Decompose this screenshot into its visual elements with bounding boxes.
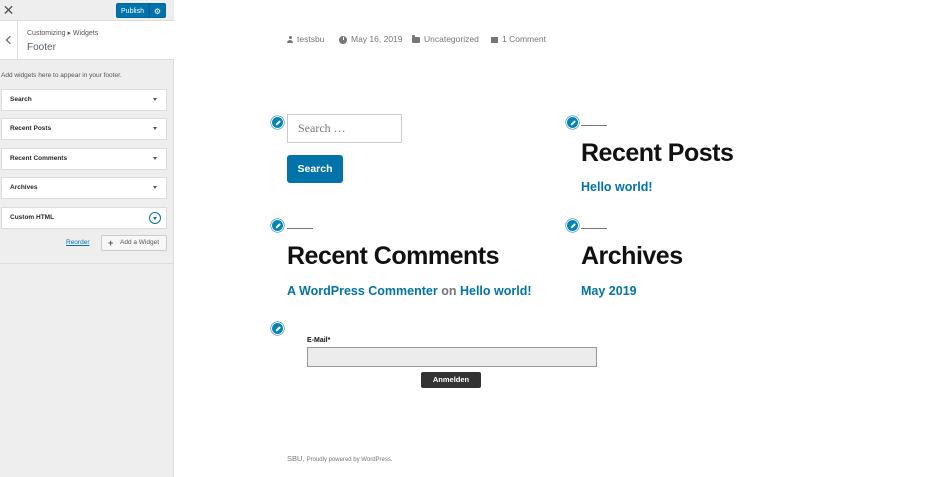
widget-archives[interactable]: Archives xyxy=(1,177,167,199)
widget-search[interactable]: Search xyxy=(1,89,167,111)
edit-shortcut-pencil-icon[interactable] xyxy=(566,116,579,129)
widget-label: Custom HTML xyxy=(10,214,55,221)
edit-shortcut-pencil-icon[interactable] xyxy=(271,322,284,335)
widget-title-rule xyxy=(287,228,313,229)
folder-icon xyxy=(412,35,420,43)
site-name-link[interactable]: SBU, xyxy=(287,454,305,463)
comment-post-link[interactable]: Hello world! xyxy=(460,284,532,298)
powered-by-link[interactable]: Proudly powered by WordPress. xyxy=(307,457,393,463)
recent-comments-title: Recent Comments xyxy=(287,242,500,270)
arrow-down-icon xyxy=(153,186,157,189)
email-label: E-Mail* xyxy=(307,337,331,344)
comment-icon xyxy=(491,36,498,43)
archive-month-link[interactable]: May 2019 xyxy=(581,284,637,298)
edit-shortcut-pencil-icon[interactable] xyxy=(271,116,284,129)
post-category[interactable]: Uncategorized xyxy=(412,33,479,45)
search-input[interactable] xyxy=(287,114,402,143)
section-description: Add widgets here to appear in your foote… xyxy=(1,72,122,79)
comment-author-link[interactable]: A WordPress Commenter xyxy=(287,284,438,298)
widget-recent-comments[interactable]: Recent Comments xyxy=(1,148,167,170)
chevron-left-icon xyxy=(5,35,15,45)
edit-shortcut-pencil-icon[interactable] xyxy=(271,219,284,232)
person-icon xyxy=(287,36,293,44)
widget-label: Recent Comments xyxy=(10,155,68,162)
clock-icon xyxy=(339,35,347,44)
plus-icon: + xyxy=(108,238,114,248)
gear-icon[interactable]: ⚙ xyxy=(149,3,166,18)
subscribe-button[interactable]: Anmelden xyxy=(421,372,481,388)
add-widget-label: Add a Widget xyxy=(120,239,160,246)
email-field[interactable] xyxy=(307,347,597,367)
customizer-topbar: ✕ Publish ⚙ xyxy=(0,0,174,20)
post-author[interactable]: testsbu xyxy=(287,33,324,45)
recent-post-link[interactable]: Hello world! xyxy=(581,180,653,194)
widget-title-rule xyxy=(581,228,607,229)
post-date[interactable]: May 16, 2019 xyxy=(339,33,403,45)
breadcrumb: Customizing ▸ Widgets xyxy=(27,30,99,37)
arrow-down-icon xyxy=(153,157,157,160)
close-icon[interactable]: ✕ xyxy=(0,0,17,20)
widget-recent-posts[interactable]: Recent Posts xyxy=(1,118,167,140)
widget-title-rule xyxy=(581,125,607,126)
widget-label: Recent Posts xyxy=(10,125,52,132)
widget-label: Archives xyxy=(10,184,38,191)
recent-posts-title: Recent Posts xyxy=(581,139,734,167)
customizer-sidebar: ✕ Publish ⚙ Customizing ▸ Widgets Footer… xyxy=(0,0,174,477)
post-comments[interactable]: 1 Comment xyxy=(491,33,546,45)
edit-shortcut-pencil-icon[interactable] xyxy=(566,219,579,232)
reorder-link[interactable]: Reorder xyxy=(66,239,89,246)
section-header: Customizing ▸ Widgets Footer xyxy=(0,20,174,60)
widget-custom-html[interactable]: Custom HTML xyxy=(1,207,167,229)
publish-button[interactable]: Publish xyxy=(116,3,149,18)
section-title: Footer xyxy=(27,42,56,53)
search-button[interactable]: Search xyxy=(287,155,343,183)
recent-comment-entry: A WordPress Commenter on Hello world! xyxy=(287,284,532,298)
widget-label: Search xyxy=(10,96,32,103)
arrow-down-icon xyxy=(153,98,157,101)
sidebar-divider xyxy=(0,263,173,264)
comment-on-text: on xyxy=(441,284,457,298)
back-button[interactable] xyxy=(0,21,18,59)
add-widget-button[interactable]: + Add a Widget xyxy=(101,235,167,251)
archives-title: Archives xyxy=(581,242,683,270)
arrow-down-icon xyxy=(153,127,157,130)
footer-credit: SBU, Proudly powered by WordPress. xyxy=(287,454,393,463)
expand-circle-icon[interactable] xyxy=(149,212,161,224)
